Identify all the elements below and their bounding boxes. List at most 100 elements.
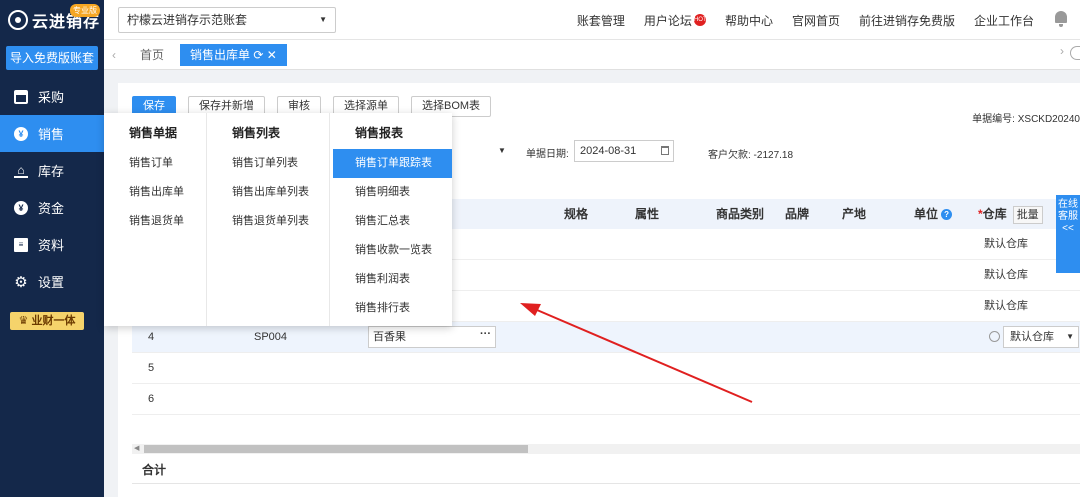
date-value: 2024-08-31 — [580, 145, 637, 157]
sidebar-item-label: 采购 — [38, 90, 65, 105]
chevron-down-icon[interactable]: ▼ — [498, 146, 506, 155]
sidebar-item-inventory[interactable]: ⌂ 库存 — [0, 152, 104, 189]
sidebar-item-label: 资金 — [38, 201, 65, 216]
link-user-forum-label: 用户论坛 — [643, 13, 692, 28]
tab-options-icon[interactable] — [1070, 46, 1080, 60]
chevron-down-icon: ▼ — [319, 15, 327, 24]
menu-item-sales-order-tracking[interactable]: 销售订单跟踪表 — [333, 149, 452, 178]
menu-item-sales-outbound[interactable]: 销售出库单 — [104, 178, 206, 207]
menu-item-sales-return-list[interactable]: 销售退货单列表 — [207, 207, 329, 236]
menu-item-sales-collection[interactable]: 销售收款一览表 — [330, 236, 452, 265]
logo-icon — [8, 10, 28, 30]
date-label: 单据日期: — [526, 149, 569, 160]
edition-badge: 专业版 — [70, 4, 100, 17]
sidebar-item-label: 设置 — [38, 275, 65, 290]
sidebar-item-master-data[interactable]: ≡ 资料 — [0, 226, 104, 263]
menu-item-sales-order-list[interactable]: 销售订单列表 — [207, 149, 329, 178]
scroll-left-icon[interactable]: ◀ — [134, 444, 139, 452]
tab-home[interactable]: 首页 — [128, 44, 176, 66]
sidebar-item-funds[interactable]: ¥ 资金 — [0, 189, 104, 226]
sidebar-item-settings[interactable]: ⚙ 设置 — [0, 263, 104, 300]
col-origin: 产地 — [842, 207, 867, 221]
sidebar-item-label: 库存 — [38, 164, 65, 179]
row-number: 5 — [148, 362, 155, 374]
col-attribute: 属性 — [635, 207, 660, 221]
tab-scroll-right-icon[interactable]: › — [1060, 44, 1064, 58]
menu-item-sales-detail[interactable]: 销售明细表 — [330, 178, 452, 207]
top-links: 账套管理 用户论坛 HOT 帮助中心 官网首页 前往进销存免费版 企业工作台 — [558, 0, 1034, 40]
more-icon[interactable]: ··· — [480, 324, 491, 344]
col-brand: 品牌 — [785, 207, 810, 221]
row-number: 6 — [148, 393, 155, 405]
product-name-value: 百香果 — [373, 331, 406, 343]
tab-bar: ‹ 首页 销售出库单 ⟳ ✕ › — [104, 40, 1080, 70]
refresh-icon[interactable]: ⟳ — [253, 48, 263, 62]
bell-icon[interactable] — [1054, 11, 1068, 27]
menu-item-sales-profit[interactable]: 销售利润表 — [330, 265, 452, 294]
hot-badge-icon: HOT — [693, 14, 707, 26]
menu-column-title: 销售报表 — [355, 126, 404, 140]
menu-column-title: 销售列表 — [232, 126, 281, 140]
col-spec: 规格 — [564, 207, 589, 221]
col-unit: 单位? — [914, 199, 953, 229]
warehouse-cell[interactable]: 默认仓库 — [984, 229, 1028, 259]
total-row: 合计 — [132, 456, 1080, 484]
menu-item-sales-order[interactable]: 销售订单 — [104, 149, 206, 178]
product-code-cell[interactable]: SP004 — [254, 322, 287, 352]
col-category: 商品类别 — [716, 207, 765, 221]
sidebar-item-purchase[interactable]: 采购 — [0, 78, 104, 115]
warehouse-cell[interactable]: 默认仓库 — [984, 260, 1028, 290]
col-warehouse: *仓库 批量 — [978, 199, 1043, 229]
link-user-forum[interactable]: 用户论坛 HOT — [643, 12, 707, 29]
business-finance-badge[interactable]: ♛ 业财一体 — [10, 312, 84, 330]
table-row[interactable]: 4 SP004 百香果 ··· 默认仓库 ▼ — [132, 322, 1080, 353]
menu-column-reports: 销售报表 销售订单跟踪表 销售明细表 销售汇总表 销售收款一览表 销售利润表 销… — [330, 113, 452, 326]
sidebar: 云进销存 专业版 导入免费版账套 采购 ¥ 销售 ⌂ 库存 ¥ 资金 ≡ 资料 … — [0, 0, 104, 497]
row-number: 4 — [148, 331, 155, 343]
sidebar-item-sales[interactable]: ¥ 销售 — [0, 115, 104, 152]
gear-icon: ⚙ — [14, 273, 28, 291]
sidebar-nav: 采购 ¥ 销售 ⌂ 库存 ¥ 资金 ≡ 资料 ⚙ 设置 — [0, 78, 104, 300]
document-icon: ≡ — [14, 237, 28, 252]
menu-item-sales-summary[interactable]: 销售汇总表 — [330, 207, 452, 236]
sales-dropdown-menu: 销售单据 销售订单 销售出库单 销售退货单 销售列表 销售订单列表 销售出库单列… — [104, 113, 452, 326]
menu-item-sales-ranking[interactable]: 销售排行表 — [330, 294, 452, 323]
menu-column-title: 销售单据 — [129, 126, 178, 140]
sales-tag-icon: ¥ — [14, 126, 28, 141]
scrollbar-thumb[interactable] — [144, 445, 528, 453]
col-unit-label: 单位 — [914, 207, 939, 221]
link-official-site[interactable]: 官网首页 — [792, 12, 840, 29]
horizontal-scrollbar[interactable]: ◀ — [132, 444, 1080, 454]
search-icon[interactable] — [989, 331, 1000, 342]
document-number: 单据编号: XSCKD20240 — [972, 114, 1080, 125]
table-row[interactable]: 6 — [132, 384, 1080, 415]
top-header: 柠檬云进销存示范账套 ▼ 账套管理 用户论坛 HOT 帮助中心 官网首页 前往进… — [104, 0, 1080, 40]
account-selector[interactable]: 柠檬云进销存示范账套 ▼ — [118, 6, 336, 33]
link-help-center[interactable]: 帮助中心 — [725, 12, 773, 29]
warehouse-select[interactable]: 默认仓库 ▼ — [1003, 326, 1079, 348]
customer-debt: 客户欠款: -2127.18 — [708, 150, 794, 161]
link-free-edition[interactable]: 前往进销存免费版 — [859, 12, 955, 29]
tab-scroll-left-icon[interactable]: ‹ — [104, 48, 124, 62]
online-service-button[interactable]: 在线客服<< — [1056, 195, 1080, 273]
tab-sales-outbound[interactable]: 销售出库单 ⟳ ✕ — [180, 43, 287, 66]
link-enterprise-workbench[interactable]: 企业工作台 — [974, 12, 1034, 29]
coin-icon: ¥ — [14, 200, 28, 215]
chevron-down-icon: ▼ — [1066, 332, 1074, 341]
warehouse-cell[interactable]: 默认仓库 — [984, 291, 1028, 321]
link-account-management[interactable]: 账套管理 — [577, 12, 625, 29]
store-icon: ⌂ — [14, 163, 28, 178]
menu-item-sales-outbound-list[interactable]: 销售出库单列表 — [207, 178, 329, 207]
help-icon[interactable]: ? — [941, 209, 953, 221]
menu-column-lists: 销售列表 销售订单列表 销售出库单列表 销售退货单列表 — [207, 113, 330, 326]
batch-button[interactable]: 批量 — [1012, 206, 1043, 224]
product-name-input[interactable]: 百香果 ··· — [368, 326, 496, 348]
import-free-account-button[interactable]: 导入免费版账套 — [6, 46, 98, 70]
table-row[interactable]: 5 — [132, 353, 1080, 384]
sidebar-item-label: 销售 — [38, 127, 65, 142]
date-field[interactable]: 2024-08-31 — [574, 140, 674, 162]
menu-item-sales-return[interactable]: 销售退货单 — [104, 207, 206, 236]
close-icon[interactable]: ✕ — [267, 48, 277, 62]
logo[interactable]: 云进销存 专业版 — [0, 0, 104, 40]
account-name: 柠檬云进销存示范账套 — [127, 13, 248, 27]
